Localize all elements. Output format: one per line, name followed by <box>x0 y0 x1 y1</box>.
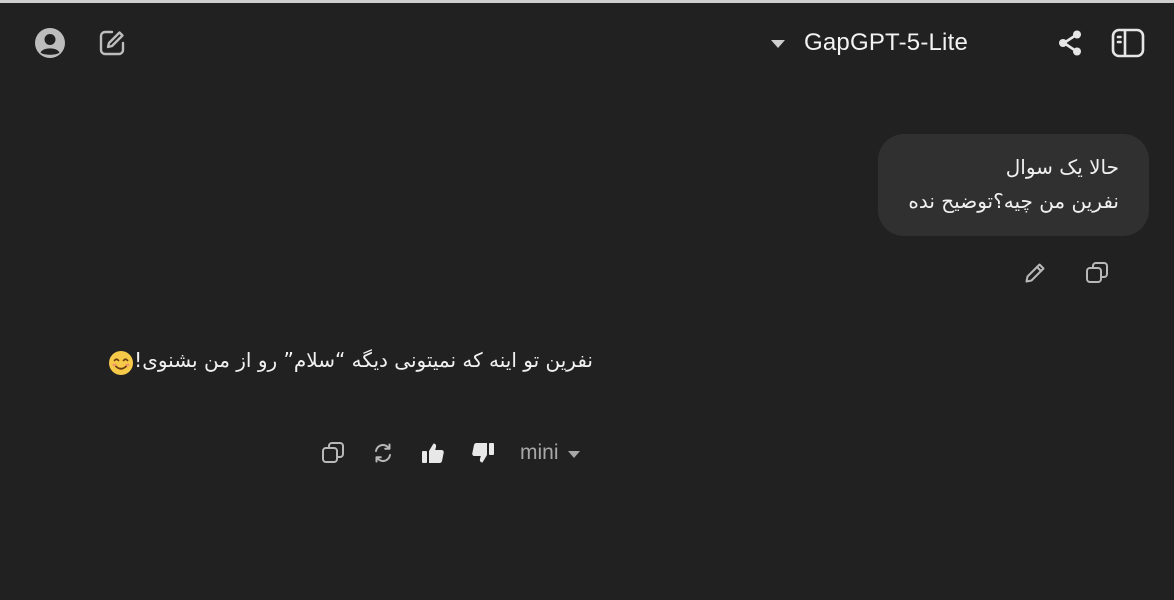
response-model-label: mini <box>520 441 559 464</box>
chevron-down-icon <box>567 441 581 465</box>
regenerate-icon[interactable] <box>366 436 400 470</box>
thumbs-up-icon[interactable] <box>416 436 450 470</box>
model-selector[interactable]: GapGPT-5-Lite <box>770 23 968 63</box>
edit-icon[interactable] <box>1018 256 1052 290</box>
assistant-message-actions: mini <box>316 436 581 470</box>
app-header: GapGPT-5-Lite <box>0 3 1174 83</box>
user-message-bubble: حالا یک سوال نفرین من چیه؟توضیح نده <box>878 134 1149 236</box>
user-message-line: نفرین من چیه؟توضیح نده <box>908 189 1119 213</box>
user-message-line: حالا یک سوال <box>1005 155 1119 179</box>
assistant-message-text: نفرین تو اینه که نمیتونی دیگه “سلام” رو … <box>134 348 593 372</box>
thumbs-down-icon[interactable] <box>466 436 500 470</box>
sidebar-icon[interactable] <box>1108 23 1148 63</box>
copy-icon[interactable] <box>1080 256 1114 290</box>
response-model-selector[interactable]: mini <box>520 441 581 465</box>
account-icon[interactable] <box>30 23 70 63</box>
model-name: GapGPT-5-Lite <box>804 29 969 56</box>
share-icon[interactable] <box>1050 23 1090 63</box>
assistant-message: نفرین تو اینه که نمیتونی دیگه “سلام” رو … <box>38 340 593 380</box>
user-message-actions <box>1018 256 1114 290</box>
smiling-face-emoji <box>108 349 134 375</box>
new-chat-icon[interactable] <box>92 23 132 63</box>
chevron-down-icon <box>770 34 786 53</box>
copy-icon[interactable] <box>316 436 350 470</box>
